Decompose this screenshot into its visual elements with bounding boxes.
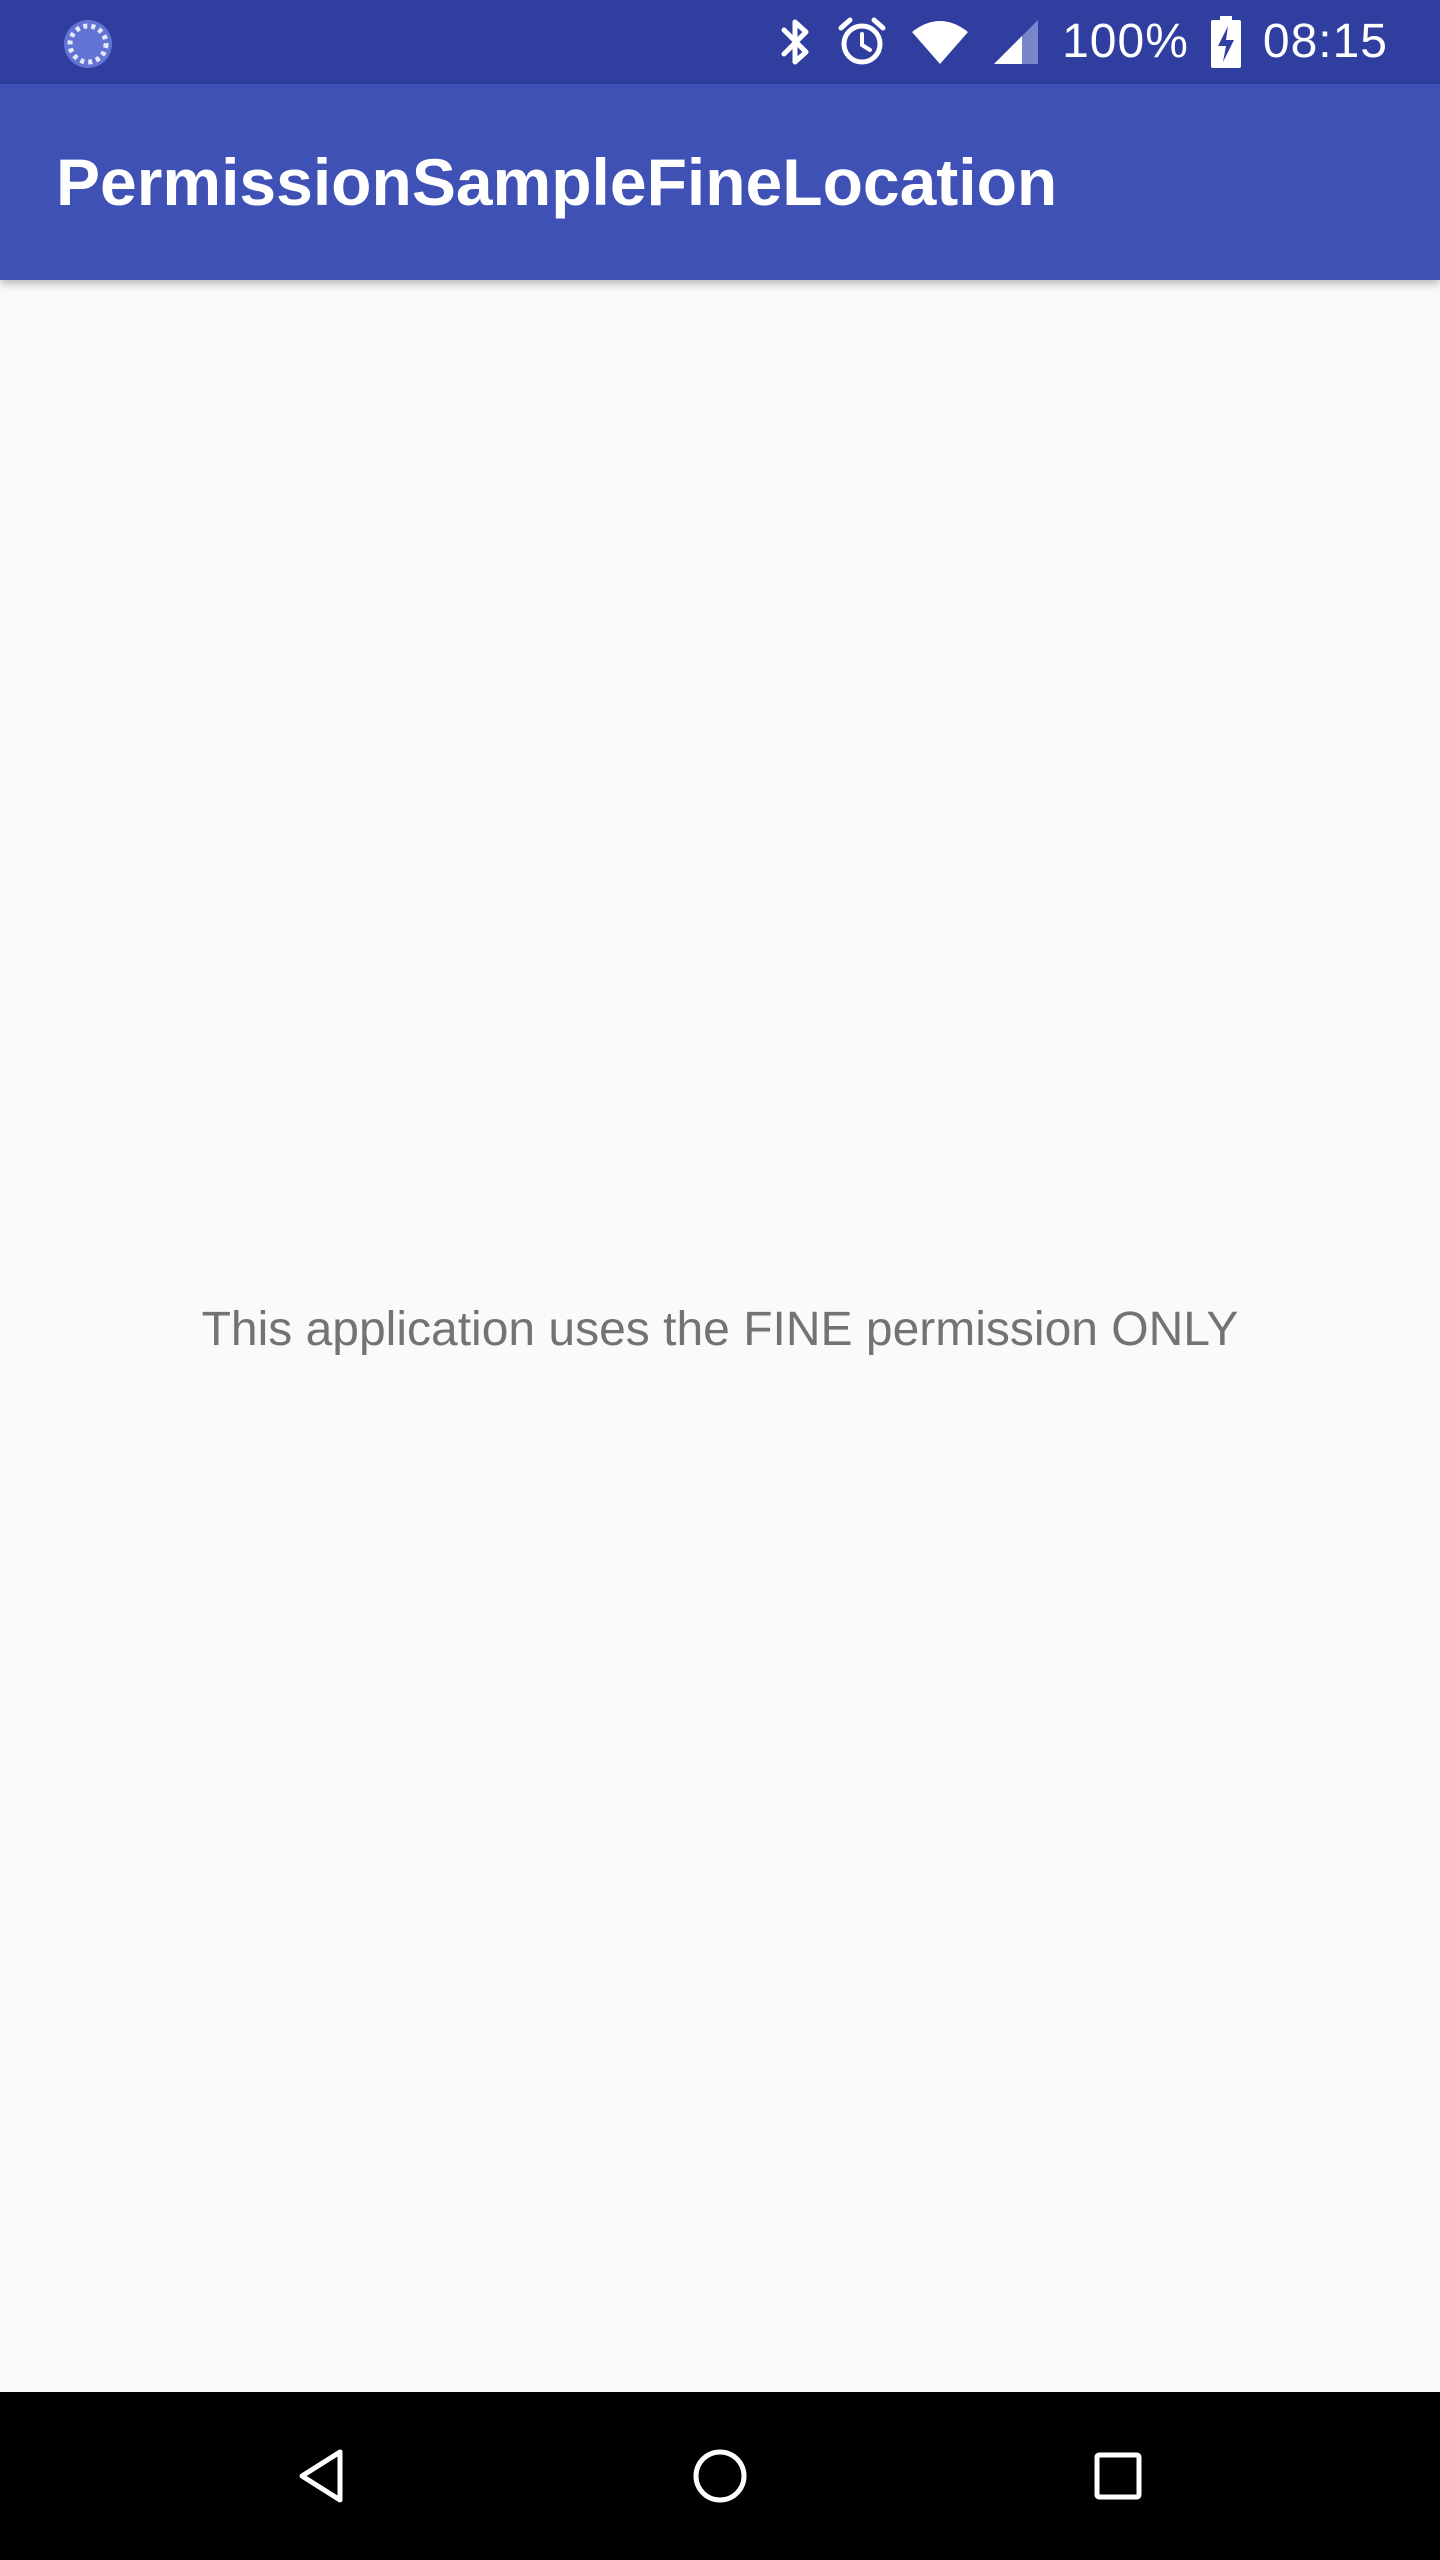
- recents-icon: [1094, 2452, 1142, 2500]
- recents-button[interactable]: [1034, 2392, 1202, 2560]
- cell-signal-icon: [992, 18, 1040, 66]
- battery-charging-icon: [1210, 16, 1241, 68]
- app-title: PermissionSampleFineLocation: [56, 145, 1058, 219]
- home-icon: [693, 2449, 747, 2503]
- status-icons: 100% 08:15: [778, 0, 1388, 84]
- bluetooth-icon: [778, 16, 814, 68]
- back-button[interactable]: [238, 2392, 406, 2560]
- clock: 08:15: [1262, 15, 1388, 68]
- app-bar: PermissionSampleFineLocation: [0, 84, 1440, 280]
- loading-indicator-icon: [62, 18, 114, 70]
- permission-message: This application uses the FINE permissio…: [201, 1303, 1239, 1356]
- alarm-icon: [836, 16, 888, 68]
- status-bar: 100% 08:15: [0, 0, 1440, 84]
- screen: 100% 08:15 PermissionSampleFineLocation …: [0, 0, 1440, 2560]
- battery-percent: 100%: [1062, 15, 1189, 68]
- main-content: This application uses the FINE permissio…: [0, 280, 1440, 2392]
- navigation-bar: [0, 2392, 1440, 2560]
- back-icon: [299, 2449, 343, 2503]
- home-button[interactable]: [636, 2392, 804, 2560]
- wifi-icon: [910, 18, 970, 66]
